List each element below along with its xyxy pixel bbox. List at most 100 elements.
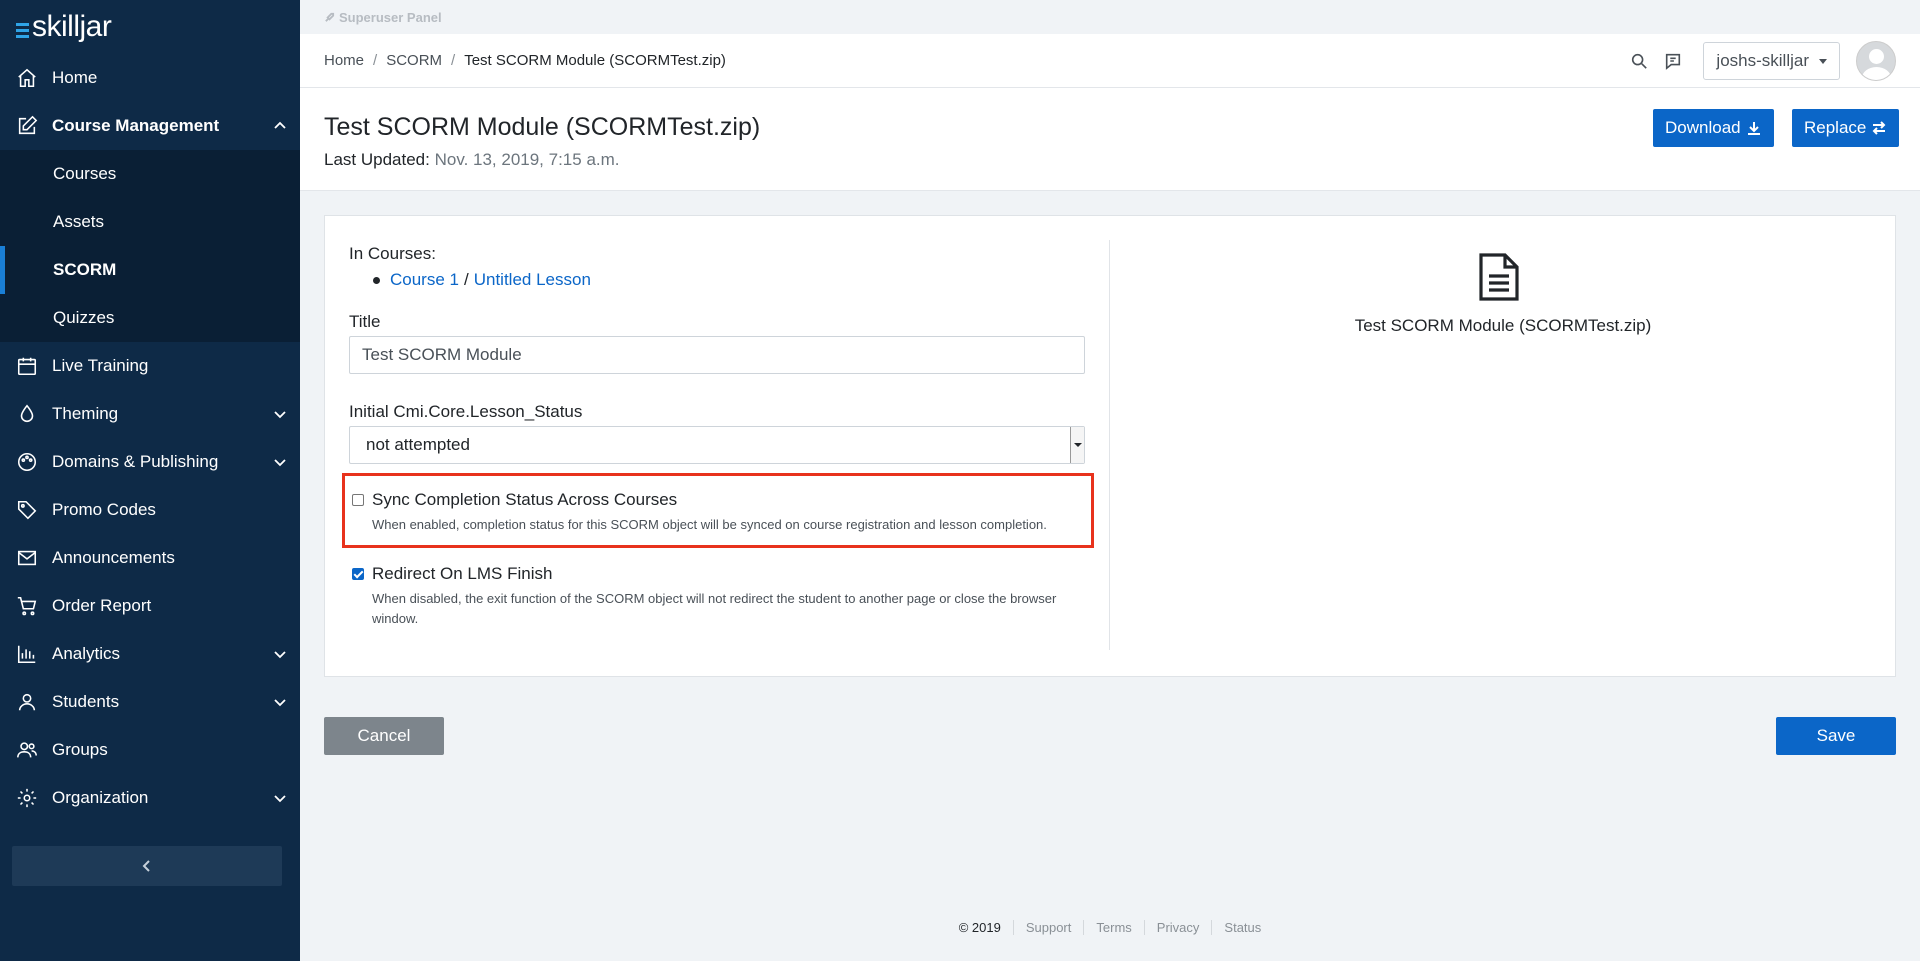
sidebar-item-live-training[interactable]: Live Training <box>0 342 300 390</box>
sidebar-item-label: Domains & Publishing <box>52 452 219 471</box>
cancel-button[interactable]: Cancel <box>324 717 444 755</box>
collapse-sidebar-button[interactable] <box>12 846 282 886</box>
course-link[interactable]: Course 1 <box>390 270 459 290</box>
chevron-down-icon <box>272 454 288 470</box>
download-button[interactable]: Download <box>1653 109 1774 147</box>
chevron-down-icon <box>272 406 288 422</box>
lesson-status-value: not attempted <box>366 435 470 454</box>
sidebar-item-order-report[interactable]: Order Report <box>0 582 300 630</box>
sidebar-item-label: Organization <box>52 788 149 807</box>
breadcrumb-current: Test SCORM Module (SCORMTest.zip) <box>464 52 726 69</box>
search-icon[interactable] <box>1629 51 1649 71</box>
footer-support-link[interactable]: Support <box>1012 920 1084 935</box>
page-header: Test SCORM Module (SCORMTest.zip) Last U… <box>300 88 1920 191</box>
title-input[interactable] <box>349 336 1085 374</box>
gear-icon <box>16 787 38 809</box>
replace-button[interactable]: Replace <box>1792 109 1900 147</box>
bullet <box>373 276 380 284</box>
lesson-link[interactable]: Untitled Lesson <box>474 270 591 290</box>
chevron-left-icon <box>142 860 150 872</box>
top-bar: Home / SCORM / Test SCORM Module (SCORMT… <box>300 34 1920 88</box>
lesson-status-select[interactable]: not attempted <box>349 426 1085 464</box>
bar-chart-icon <box>16 643 38 665</box>
footer-copyright: © 2019 <box>958 920 1001 935</box>
cart-icon <box>16 595 38 617</box>
rocket-icon <box>325 12 335 22</box>
edit-icon <box>16 115 38 137</box>
sidebar-item-students[interactable]: Students <box>0 678 300 726</box>
home-icon <box>16 67 38 89</box>
redirect-lms-field: Redirect On LMS Finish When disabled, th… <box>352 564 1082 629</box>
paint-icon <box>16 451 38 473</box>
course-list-item: Course 1 / Untitled Lesson <box>349 270 591 290</box>
course-management-submenu: Courses Assets SCORM Quizzes <box>0 150 300 342</box>
feedback-icon[interactable] <box>1663 51 1683 71</box>
last-updated-value: Nov. 13, 2019, 7:15 a.m. <box>434 150 620 169</box>
sync-completion-label[interactable]: Sync Completion Status Across Courses <box>372 490 1047 510</box>
calendar-icon <box>16 355 38 377</box>
course-lesson-separator: / <box>463 270 469 289</box>
sidebar-item-assets[interactable]: Assets <box>0 198 300 246</box>
sidebar-item-label: Course Management <box>52 116 220 135</box>
chevron-up-icon <box>272 118 288 134</box>
breadcrumb-separator: / <box>373 52 378 69</box>
droplet-icon <box>16 403 38 425</box>
sidebar-item-label: Live Training <box>52 356 149 375</box>
sidebar-item-courses[interactable]: Courses <box>0 150 300 198</box>
logo[interactable]: skilljar <box>0 0 300 54</box>
sidebar-item-organization[interactable]: Organization <box>0 774 300 822</box>
sidebar-item-label: Theming <box>52 404 119 423</box>
sidebar-item-label: Home <box>52 68 98 87</box>
breadcrumb: Home / SCORM / Test SCORM Module (SCORMT… <box>324 52 726 69</box>
footer-terms-link[interactable]: Terms <box>1083 920 1143 935</box>
logo-text: skilljar <box>32 10 112 43</box>
select-arrow-icon[interactable] <box>1070 427 1084 463</box>
breadcrumb-separator: / <box>451 52 456 69</box>
lesson-status-label: Initial Cmi.Core.Lesson_Status <box>349 402 583 421</box>
caret-down-icon <box>1819 58 1827 64</box>
sidebar-item-promo-codes[interactable]: Promo Codes <box>0 486 300 534</box>
breadcrumb-home[interactable]: Home <box>324 52 364 69</box>
footer-status-link[interactable]: Status <box>1211 920 1273 935</box>
redirect-lms-help: When disabled, the exit function of the … <box>372 591 1057 626</box>
sidebar: skilljar Home Course Management Courses … <box>0 0 300 961</box>
tag-icon <box>16 499 38 521</box>
superuser-panel-link[interactable]: Superuser Panel <box>300 0 1920 34</box>
sidebar-item-label: Analytics <box>52 644 121 663</box>
last-updated: Last Updated: Nov. 13, 2019, 7:15 a.m. <box>324 150 620 170</box>
sidebar-item-quizzes[interactable]: Quizzes <box>0 294 300 342</box>
sidebar-item-analytics[interactable]: Analytics <box>0 630 300 678</box>
exchange-icon <box>1872 121 1886 135</box>
file-text-icon <box>1478 252 1520 302</box>
preview-file-name: Test SCORM Module (SCORMTest.zip) <box>1354 316 1652 335</box>
sidebar-item-label: Groups <box>52 740 108 759</box>
title-label: Title <box>349 312 381 331</box>
user-icon <box>16 691 38 713</box>
sidebar-item-label: Promo Codes <box>52 500 156 519</box>
superuser-panel-label: Superuser Panel <box>339 9 442 25</box>
sidebar-item-theming[interactable]: Theming <box>0 390 300 438</box>
sidebar-item-domains-publishing[interactable]: Domains & Publishing <box>0 438 300 486</box>
last-updated-label: Last Updated: <box>324 150 430 169</box>
sidebar-item-home[interactable]: Home <box>0 54 300 102</box>
avatar[interactable] <box>1856 41 1896 81</box>
sidebar-item-scorm[interactable]: SCORM <box>0 246 300 294</box>
user-dropdown[interactable]: joshs-skilljar <box>1703 42 1840 80</box>
chevron-down-icon <box>272 646 288 662</box>
footer: © 2019 Support Terms Privacy Status <box>300 920 1920 935</box>
logo-mark-icon <box>16 22 29 38</box>
mail-icon <box>16 547 38 569</box>
scorm-edit-card: In Courses: Course 1 / Untitled Lesson T… <box>324 215 1896 677</box>
chevron-down-icon <box>272 790 288 806</box>
sidebar-item-announcements[interactable]: Announcements <box>0 534 300 582</box>
sync-completion-checkbox[interactable] <box>352 494 364 506</box>
sidebar-item-course-management[interactable]: Course Management <box>0 102 300 150</box>
footer-privacy-link[interactable]: Privacy <box>1143 920 1212 935</box>
redirect-lms-label[interactable]: Redirect On LMS Finish <box>372 564 1082 584</box>
redirect-lms-checkbox[interactable] <box>352 568 364 580</box>
save-button[interactable]: Save <box>1776 717 1896 755</box>
page-title: Test SCORM Module (SCORMTest.zip) <box>324 113 761 141</box>
sidebar-item-label: Order Report <box>52 596 152 615</box>
sidebar-item-groups[interactable]: Groups <box>0 726 300 774</box>
breadcrumb-scorm[interactable]: SCORM <box>386 52 442 69</box>
